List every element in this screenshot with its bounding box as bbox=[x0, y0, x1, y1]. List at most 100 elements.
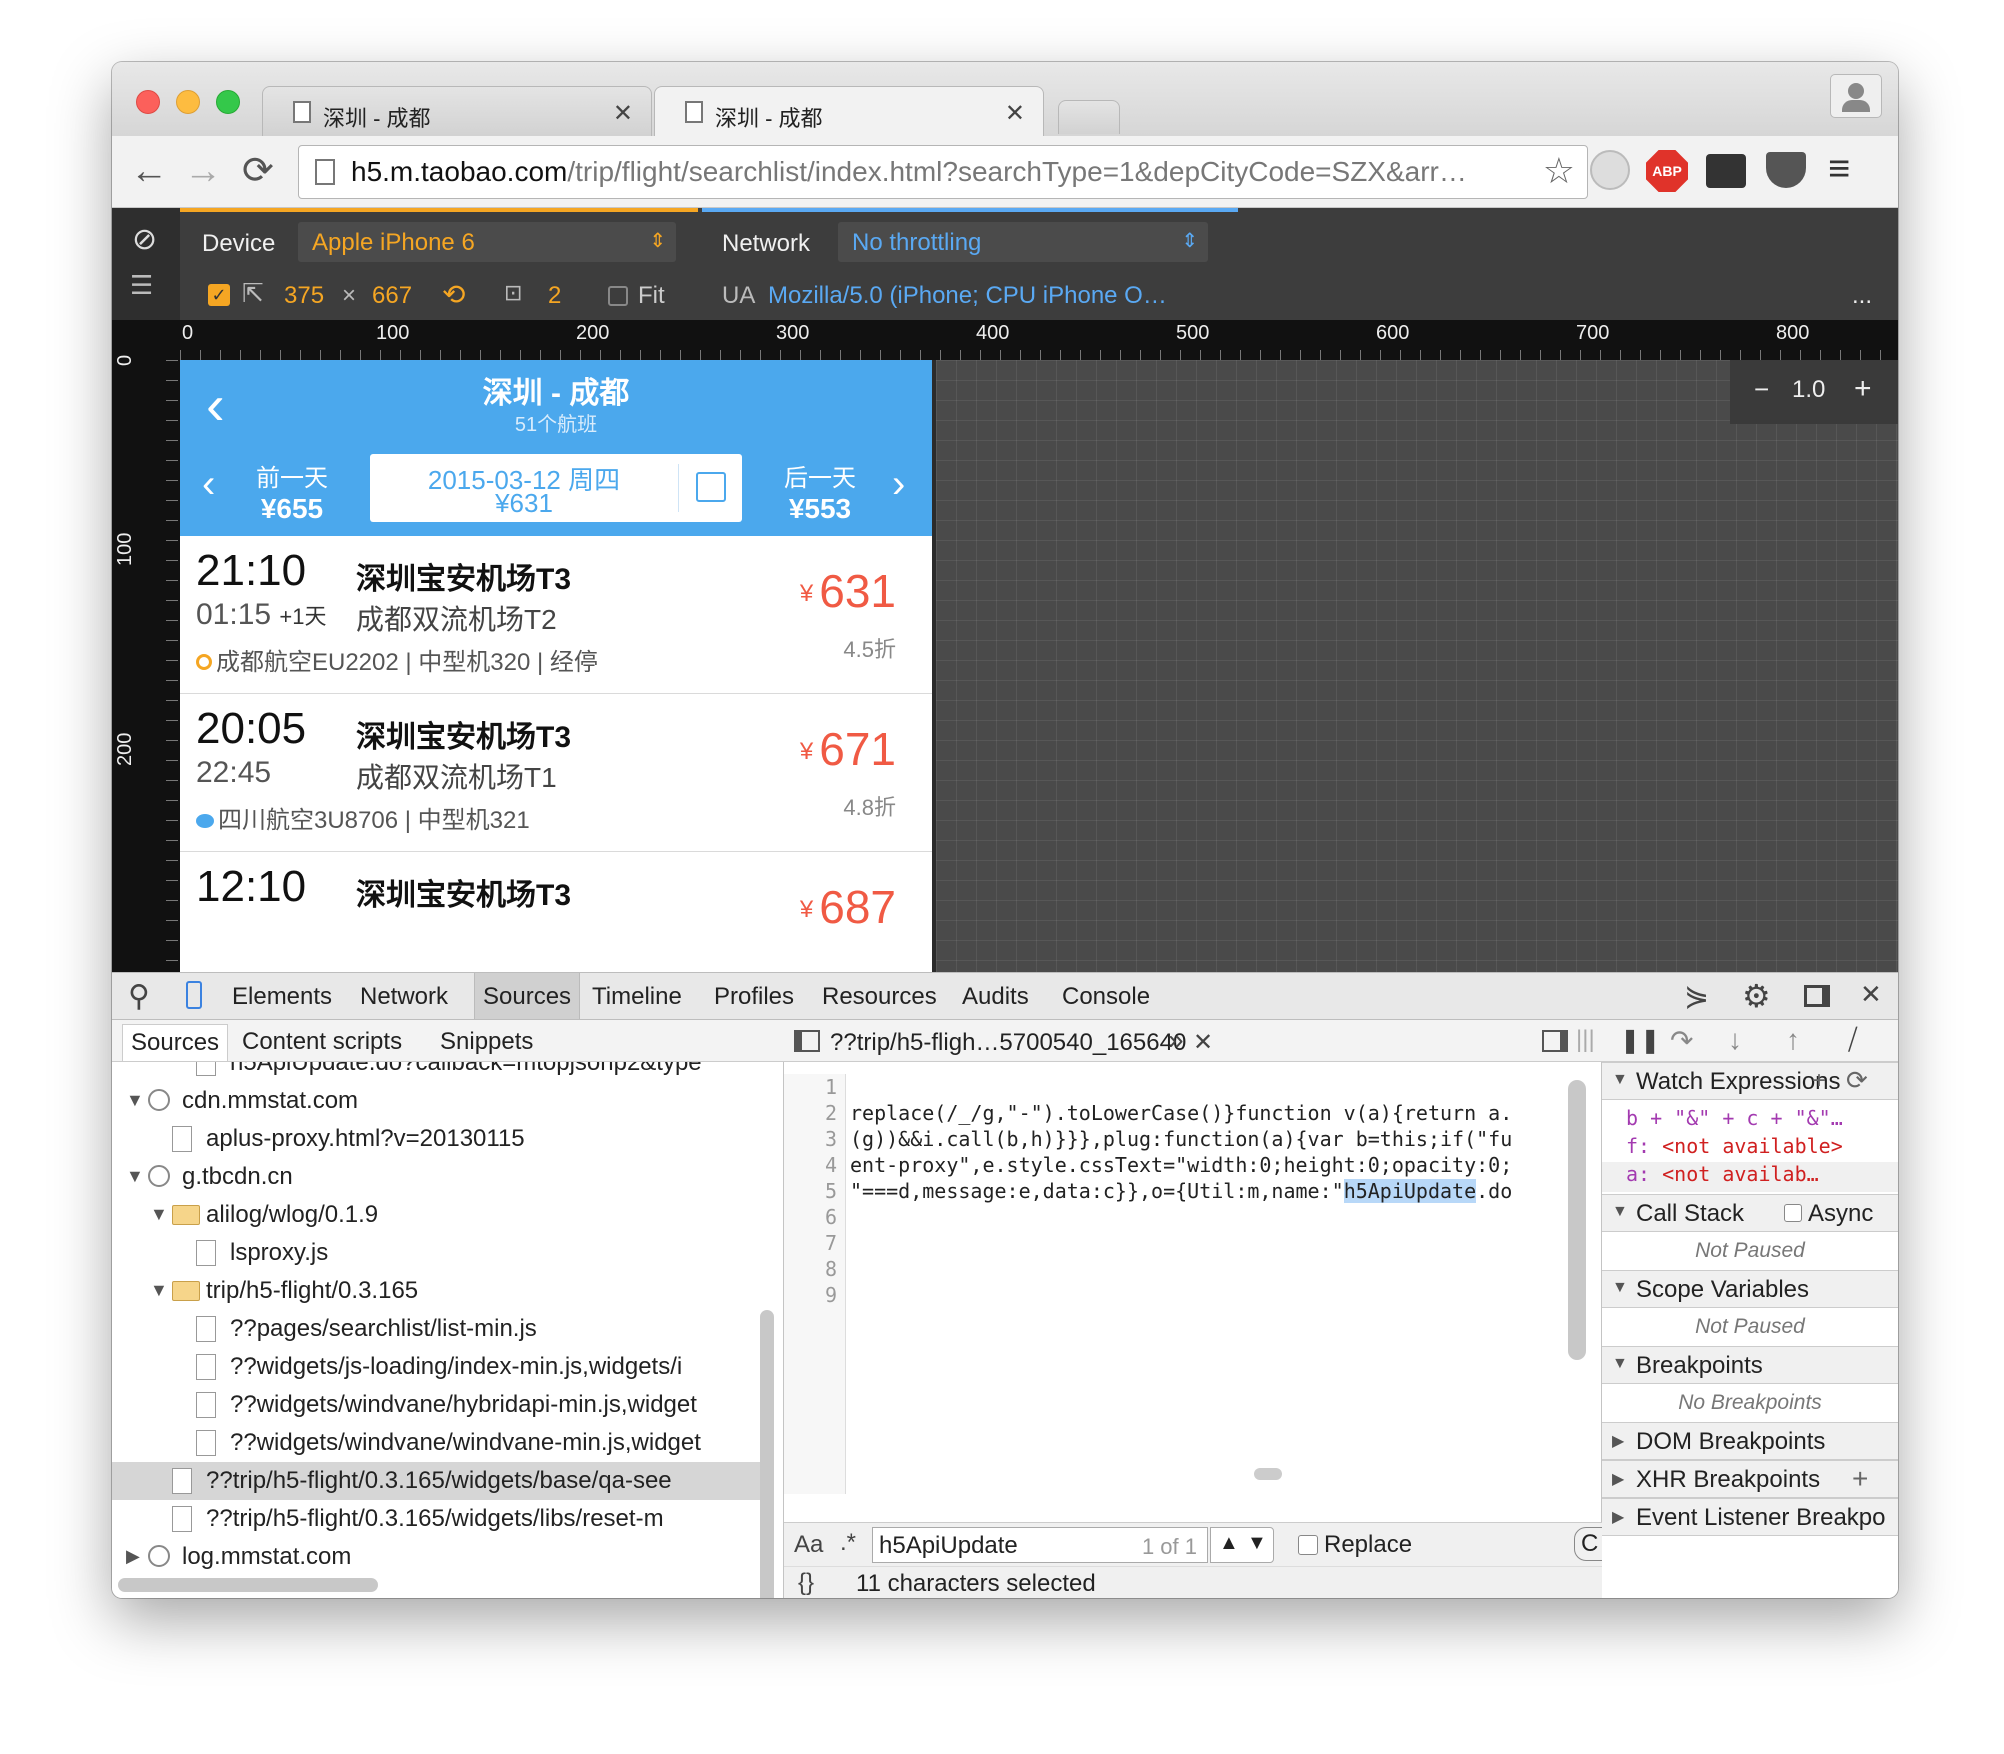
tree-item[interactable]: ▼ trip/h5-flight/0.3.165 bbox=[112, 1272, 764, 1310]
zoom-in-button[interactable]: + bbox=[1854, 372, 1872, 406]
step-over-icon[interactable]: ↷ bbox=[1670, 1024, 1693, 1057]
next-day-chevron-icon[interactable]: › bbox=[892, 462, 905, 507]
event-listener-breakpoints-header[interactable]: ▶ Event Listener Breakpo bbox=[1602, 1498, 1898, 1536]
calendar-icon[interactable] bbox=[696, 472, 726, 502]
tree-item[interactable]: ??trip/h5-flight/0.3.165/widgets/base/qa… bbox=[112, 1462, 764, 1500]
maximize-window-button[interactable] bbox=[216, 90, 240, 114]
tree-item[interactable]: ??widgets/js-loading/index-min.js,widget… bbox=[112, 1348, 764, 1386]
adblock-icon[interactable]: ABP bbox=[1646, 150, 1688, 192]
tab-profiles[interactable]: Profiles bbox=[714, 983, 794, 1011]
refresh-watch-icon[interactable]: ⟳ bbox=[1846, 1065, 1868, 1096]
menu-icon[interactable]: ≡ bbox=[1828, 148, 1850, 191]
tab-audits[interactable]: Audits bbox=[962, 983, 1029, 1011]
zoom-out-button[interactable]: − bbox=[1754, 374, 1769, 405]
flight-item[interactable]: 21:10 深圳宝安机场T3 01:15 +1天 成都双流机场T2 成都航空EU… bbox=[180, 536, 932, 694]
tree-item[interactable]: ??widgets/windvane/hybridapi-min.js,widg… bbox=[112, 1386, 764, 1424]
tree-item[interactable]: ??pages/searchlist/list-min.js bbox=[112, 1310, 764, 1348]
breakpoints-header[interactable]: ▼ Breakpoints bbox=[1602, 1346, 1898, 1384]
tab-snippets[interactable]: Snippets bbox=[440, 1028, 533, 1056]
tree-item[interactable]: ▼ g.tbcdn.cn bbox=[112, 1158, 764, 1196]
dom-breakpoints-header[interactable]: ▶ DOM Breakpoints bbox=[1602, 1422, 1898, 1460]
tree-item[interactable]: h5ApiUpdate.do?callback=mtopjsonp2&type bbox=[112, 1062, 764, 1082]
open-file-tab[interactable]: ??trip/h5-fligh…5700540_165640 ✕ bbox=[830, 1028, 1213, 1057]
tab-resources[interactable]: Resources bbox=[822, 983, 937, 1011]
ua-value[interactable]: Mozilla/5.0 (iPhone; CPU iPhone O… bbox=[768, 282, 1167, 310]
close-tab-icon[interactable]: ✕ bbox=[613, 99, 633, 128]
spy-extension-icon[interactable] bbox=[1706, 154, 1746, 188]
close-tab-icon[interactable]: ✕ bbox=[1005, 99, 1025, 128]
more-tabs-icon[interactable]: » bbox=[1168, 1024, 1184, 1056]
more-options-icon[interactable]: ... bbox=[1852, 282, 1872, 310]
match-case-toggle[interactable]: Aa bbox=[794, 1531, 823, 1559]
tree-item[interactable]: ??trip/h5-flight/0.3.165/widgets/libs/re… bbox=[112, 1500, 764, 1538]
deactivate-breakpoints-icon[interactable]: ⧸ bbox=[1848, 1024, 1858, 1057]
dock-side-icon[interactable] bbox=[1804, 985, 1830, 1007]
date-picker[interactable]: 2015-03-12 周四 ¥631 bbox=[370, 454, 742, 522]
find-input[interactable]: h5ApiUpdate 1 of 1 bbox=[872, 1527, 1208, 1563]
watch-item[interactable]: f: <not available> bbox=[1626, 1134, 1898, 1164]
minimize-window-button[interactable] bbox=[176, 90, 200, 114]
address-bar[interactable]: h5.m.taobao.com/trip/flight/searchlist/i… bbox=[298, 145, 1588, 199]
expanded-triangle-icon[interactable]: ▼ bbox=[150, 1204, 168, 1225]
swap-dimensions-icon[interactable]: ⟲ bbox=[442, 278, 465, 311]
async-checkbox[interactable] bbox=[1784, 1204, 1802, 1222]
device-mode-icon[interactable] bbox=[186, 981, 202, 1009]
add-watch-icon[interactable]: + bbox=[1812, 1067, 1826, 1095]
editor-hscrollbar[interactable] bbox=[1254, 1468, 1282, 1480]
profile-button[interactable] bbox=[1830, 74, 1882, 118]
close-window-button[interactable] bbox=[136, 90, 160, 114]
close-devtools-icon[interactable]: ✕ bbox=[1860, 979, 1882, 1010]
watch-item[interactable]: b + "&" + c + "&"… bbox=[1626, 1106, 1898, 1136]
settings-gear-icon[interactable]: ⚙ bbox=[1742, 977, 1771, 1015]
toggle-navigator-icon[interactable] bbox=[794, 1030, 820, 1052]
find-next-icon[interactable]: ▼ bbox=[1247, 1532, 1267, 1555]
watch-item[interactable]: a: <not availab… bbox=[1602, 1162, 1898, 1192]
collapsed-triangle-icon[interactable]: ▶ bbox=[126, 1546, 140, 1567]
tab-console[interactable]: Console bbox=[1062, 983, 1150, 1011]
tab-timeline[interactable]: Timeline bbox=[592, 983, 682, 1011]
search-icon[interactable]: ⚲ bbox=[128, 979, 150, 1014]
watch-expressions-header[interactable]: ▼ Watch Expressions + ⟳ bbox=[1602, 1062, 1898, 1100]
toggle-debugger-icon[interactable] bbox=[1542, 1030, 1568, 1052]
flight-item[interactable]: 12:10 深圳宝安机场T3 ¥687 bbox=[180, 852, 932, 972]
editor-scrollbar[interactable] bbox=[1568, 1080, 1586, 1360]
tree-item[interactable]: aplus-proxy.html?v=20130115 bbox=[112, 1120, 764, 1158]
next-day-button[interactable]: 后一天 ¥553 bbox=[770, 458, 870, 525]
dpr-value[interactable]: 2 bbox=[548, 282, 561, 310]
reload-icon[interactable]: ⟳ bbox=[242, 148, 274, 193]
expanded-triangle-icon[interactable]: ▼ bbox=[150, 1280, 168, 1301]
disable-emulation-icon[interactable]: ⊘ bbox=[132, 222, 157, 257]
find-previous-icon[interactable]: ▲ bbox=[1219, 1532, 1239, 1555]
width-value[interactable]: 375 bbox=[284, 282, 324, 310]
tree-item[interactable]: ▶ log.mmstat.com bbox=[112, 1538, 764, 1572]
device-select[interactable]: Apple iPhone 6 ⇕ bbox=[298, 222, 676, 262]
flight-item[interactable]: 20:05 深圳宝安机场T3 22:45 成都双流机场T1 四川航空3U8706… bbox=[180, 694, 932, 852]
bookmark-star-icon[interactable]: ☆ bbox=[1543, 150, 1575, 192]
tree-item[interactable]: ??widgets/windvane/windvane-min.js,widge… bbox=[112, 1424, 764, 1462]
expanded-triangle-icon[interactable]: ▼ bbox=[126, 1166, 144, 1187]
browser-tab-2[interactable]: 深圳 - 成都 ✕ bbox=[654, 86, 1044, 136]
step-out-icon[interactable]: ↑ bbox=[1786, 1024, 1800, 1056]
tree-item[interactable]: ▼ alilog/wlog/0.1.9 bbox=[112, 1196, 764, 1234]
code-area[interactable]: replace(/_/g,"-").toLowerCase()}function… bbox=[850, 1074, 1558, 1494]
tab-sources-nav[interactable]: Sources bbox=[122, 1024, 229, 1061]
pause-icon[interactable]: ❚❚ bbox=[1620, 1026, 1660, 1055]
regex-toggle[interactable]: .* bbox=[840, 1529, 856, 1557]
cancel-button[interactable]: C bbox=[1574, 1527, 1606, 1561]
network-select[interactable]: No throttling ⇕ bbox=[838, 222, 1208, 262]
tree-item[interactable]: lsproxy.js bbox=[112, 1234, 764, 1272]
forward-arrow-icon[interactable]: → bbox=[184, 150, 222, 193]
console-drawer-icon[interactable]: ⋟ bbox=[1684, 979, 1709, 1014]
pocket-icon[interactable] bbox=[1766, 152, 1806, 188]
browser-tab-1[interactable]: 深圳 - 成都 ✕ bbox=[262, 86, 652, 136]
height-value[interactable]: 667 bbox=[372, 282, 412, 310]
sync-extension-icon[interactable] bbox=[1590, 150, 1630, 190]
add-xhr-breakpoint-icon[interactable]: + bbox=[1852, 1463, 1868, 1495]
tree-hscrollbar[interactable] bbox=[118, 1578, 378, 1592]
tab-network[interactable]: Network bbox=[360, 983, 448, 1011]
tree-scrollbar[interactable] bbox=[760, 1310, 774, 1598]
prev-day-chevron-icon[interactable]: ‹ bbox=[202, 462, 215, 507]
expanded-triangle-icon[interactable]: ▼ bbox=[126, 1090, 144, 1111]
fit-checkbox[interactable] bbox=[608, 286, 628, 306]
tab-content-scripts[interactable]: Content scripts bbox=[242, 1028, 402, 1056]
